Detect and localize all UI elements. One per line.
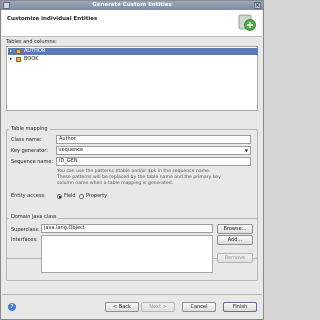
cancel-button[interactable]: Cancel	[182, 302, 216, 312]
sequence-name-label: Sequence name:	[11, 159, 54, 165]
interfaces-label: Interfaces:	[11, 237, 38, 243]
footer-separator	[2, 294, 262, 295]
wizard-header: Customize individual Entities	[2, 10, 262, 37]
access-property-label: Property	[86, 193, 108, 199]
tables-label: Tables and columns:	[6, 39, 57, 45]
access-field-label: Field	[64, 193, 76, 199]
entity-access-label: Entity access:	[11, 193, 46, 199]
class-name-input[interactable]: Author	[56, 135, 251, 144]
sequence-help-line: column name when a table mapping is gene…	[57, 181, 174, 186]
window-menu-icon[interactable]	[3, 2, 10, 9]
tree-item-label: AUTHOR	[24, 48, 46, 54]
expand-arrow-icon[interactable]: ▸	[10, 48, 12, 55]
tree-item-author[interactable]: ▸ AUTHOR	[8, 48, 258, 55]
superclass-input[interactable]: java.lang.Object	[41, 224, 213, 233]
key-generator-value: sequence	[59, 147, 84, 153]
chevron-down-icon: ▼	[244, 148, 248, 153]
domain-class-title: Domain java class	[9, 214, 59, 220]
superclass-label: Superclass:	[11, 227, 40, 233]
browse-button[interactable]: Browse...	[217, 224, 253, 234]
class-name-label: Class name:	[11, 137, 42, 143]
access-field-radio[interactable]	[57, 194, 62, 199]
add-interface-button[interactable]: Add...	[217, 235, 253, 245]
expand-arrow-icon[interactable]: ▸	[10, 56, 12, 63]
tables-tree[interactable]: ▸ AUTHOR ▸ BOOK	[6, 46, 258, 111]
title-bar: Generate Custom Entities ×	[1, 1, 263, 10]
tree-item-label: BOOK	[24, 56, 39, 62]
table-mapping-title: Table mapping	[9, 126, 50, 132]
key-generator-select[interactable]: sequence ▼	[56, 146, 251, 155]
window-title: Generate Custom Entities	[92, 2, 172, 8]
key-generator-label: Key generator:	[11, 148, 48, 154]
page-title: Customize individual Entities	[7, 16, 98, 22]
help-icon[interactable]: ?	[8, 303, 16, 311]
back-button[interactable]: < Back	[105, 302, 139, 312]
sequence-name-input[interactable]: ID_GEN	[56, 157, 251, 166]
remove-interface-button[interactable]: Remove	[217, 253, 253, 263]
table-icon	[16, 57, 21, 62]
next-button[interactable]: Next >	[141, 302, 175, 312]
dialog-window: Generate Custom Entities × Customize ind…	[0, 0, 264, 320]
access-property-radio[interactable]	[79, 194, 84, 199]
close-icon[interactable]: ×	[254, 2, 261, 9]
tree-item-book[interactable]: ▸ BOOK	[8, 56, 258, 63]
table-icon	[16, 49, 21, 54]
finish-button[interactable]: Finish	[223, 302, 257, 312]
interfaces-list[interactable]	[41, 235, 213, 273]
wizard-banner-icon	[238, 14, 256, 31]
